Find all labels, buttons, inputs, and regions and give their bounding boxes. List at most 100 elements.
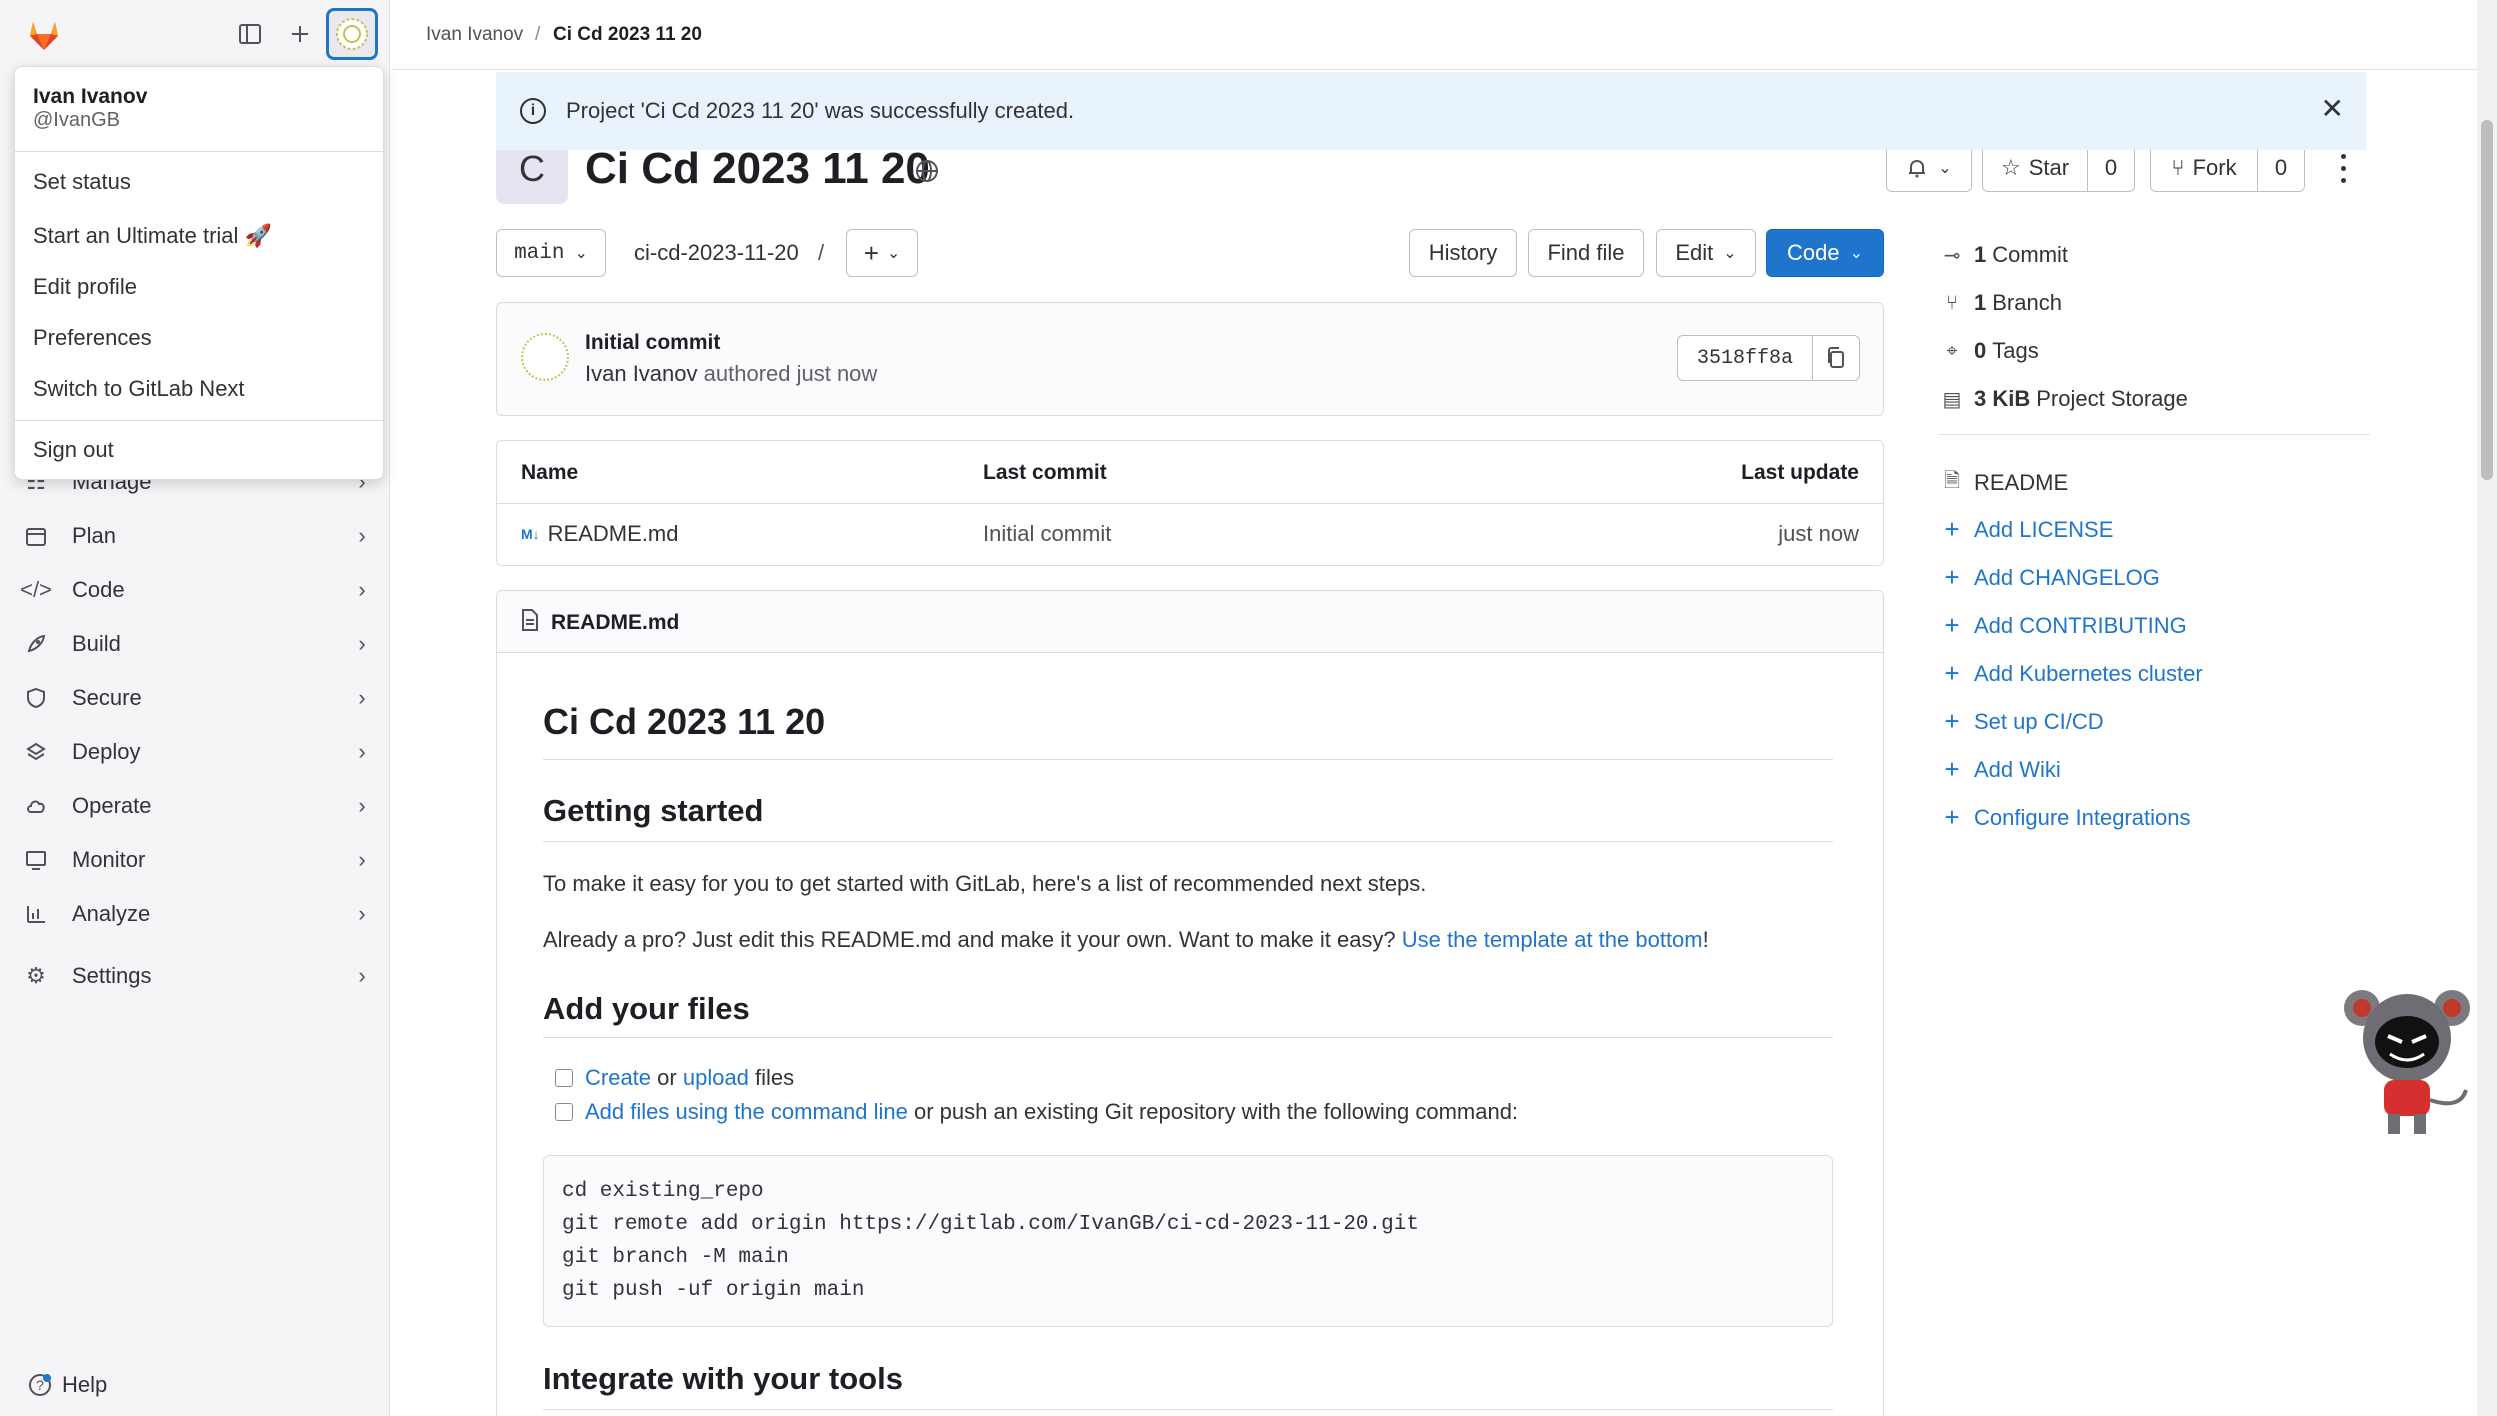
notification-button[interactable]: ⌄ [1886, 144, 1972, 192]
chevron-down-icon: ⌄ [1938, 160, 1952, 177]
readme-filename[interactable]: README.md [551, 611, 679, 635]
sidebar-item-plan[interactable]: Plan › [22, 514, 374, 558]
file-last-commit[interactable]: Initial commit [983, 521, 1111, 547]
path-separator: / [818, 240, 825, 265]
divider [1938, 434, 2370, 435]
link-label: Add LICENSE [1974, 516, 2114, 542]
storage-icon: ▤ [1942, 388, 1962, 411]
gear-icon: ⚙ [26, 963, 46, 988]
fork-button[interactable]: ⑂ Fork [2150, 144, 2258, 192]
sidebar-item-analyze[interactable]: Analyze › [22, 892, 374, 936]
stat-label: Commit [1992, 242, 2069, 267]
top-bar: Ivan Ivanov / Ci Cd 2023 11 20 [391, 0, 2477, 70]
task-item-create: Create or upload files [555, 1065, 794, 1091]
commit-sha[interactable]: 3518ff8a [1677, 335, 1813, 381]
chevron-down-icon: ⌄ [1849, 245, 1863, 262]
project-title: Ci Cd 2023 11 20 [585, 144, 930, 193]
add-license-link[interactable]: + Add LICENSE [1938, 514, 2113, 545]
sidebar-item-label: Monitor [72, 847, 146, 872]
help-link[interactable]: ? Help [28, 1372, 107, 1398]
preferences-item[interactable]: Preferences [33, 325, 152, 351]
history-button[interactable]: History [1409, 229, 1517, 277]
breadcrumb-user[interactable]: Ivan Ivanov [426, 24, 523, 46]
user-avatar-button[interactable] [326, 8, 378, 60]
readme-link-label: README [1974, 470, 2069, 495]
link-label: Add Wiki [1974, 756, 2061, 782]
add-changelog-link[interactable]: + Add CHANGELOG [1938, 562, 2160, 593]
sidebar-item-settings[interactable]: ⚙ Settings › [22, 954, 374, 998]
chevron-right-icon: › [358, 577, 366, 602]
create-new-plus-icon[interactable] [282, 16, 318, 52]
storage-stat[interactable]: ▤ 3 KiB Project Storage [1938, 386, 2188, 412]
user-dropdown-menu: Ivan Ivanov @IvanGB Set status Start an … [14, 66, 384, 480]
branches-stat[interactable]: ⑂ 1 Branch [1938, 290, 2062, 316]
alert-message: Project 'Ci Cd 2023 11 20' was successfu… [566, 98, 1075, 123]
commit-author[interactable]: Ivan Ivanov [585, 361, 698, 386]
set-status-item[interactable]: Set status [33, 169, 131, 195]
add-to-tree-button[interactable]: + ⌄ [846, 229, 918, 277]
readme-h1: Ci Cd 2023 11 20 [543, 701, 826, 742]
sidebar-item-monitor[interactable]: Monitor › [22, 838, 374, 882]
sign-out-item[interactable]: Sign out [33, 437, 114, 463]
repo-path[interactable]: ci-cd-2023-11-20 [634, 240, 799, 266]
edit-dropdown-button[interactable]: Edit ⌄ [1656, 229, 1756, 277]
heading-add-files: Add your files [543, 991, 750, 1026]
task-checkbox[interactable] [555, 1103, 573, 1121]
deploy-icon [22, 738, 50, 766]
add-kubernetes-link[interactable]: + Add Kubernetes cluster [1938, 658, 2202, 689]
chevron-right-icon: › [358, 739, 366, 764]
scrollbar-thumb[interactable] [2481, 120, 2493, 480]
sidebar-item-code[interactable]: </> Code › [20, 568, 374, 612]
breadcrumb-project[interactable]: Ci Cd 2023 11 20 [553, 24, 702, 46]
stat-count: 3 KiB [1974, 386, 2031, 411]
link-label: Add CHANGELOG [1974, 564, 2160, 590]
chevron-down-icon: ⌄ [886, 245, 901, 262]
sidebar-item-build[interactable]: Build › [22, 622, 374, 666]
commits-stat[interactable]: ⊸ 1 Commit [1938, 242, 2068, 268]
readme-paragraph-1: To make it easy for you to get started w… [543, 871, 1427, 896]
plus-icon: + [1944, 562, 1960, 592]
tags-stat[interactable]: ⌖ 0 Tags [1938, 338, 2038, 364]
branch-selector[interactable]: main ⌄ [496, 229, 606, 277]
readme-link[interactable]: 🗎 README [1938, 466, 2068, 500]
mascot-character-icon[interactable] [2340, 980, 2474, 1142]
last-commit-box: Initial commit Ivan Ivanov authored just… [496, 302, 1884, 416]
add-contributing-link[interactable]: + Add CONTRIBUTING [1938, 610, 2186, 641]
close-icon[interactable]: ✕ [2321, 92, 2344, 125]
add-wiki-link[interactable]: + Add Wiki [1938, 754, 2061, 785]
copy-sha-icon[interactable] [1812, 335, 1860, 381]
switch-gitlab-next-item[interactable]: Switch to GitLab Next [33, 376, 245, 402]
setup-cicd-link[interactable]: + Set up CI/CD [1938, 706, 2103, 737]
upload-link[interactable]: upload [683, 1065, 749, 1090]
sidebar-item-secure[interactable]: Secure › [22, 676, 374, 720]
commit-author-avatar[interactable] [521, 333, 569, 381]
sidebar-item-label: Operate [72, 793, 152, 818]
plus-icon: + [1944, 658, 1960, 688]
code-dropdown-button[interactable]: Code ⌄ [1766, 229, 1884, 277]
edit-profile-item[interactable]: Edit profile [33, 274, 137, 300]
sidebar-item-label: Deploy [72, 739, 141, 764]
star-button[interactable]: ☆ Star [1982, 144, 2088, 192]
star-count[interactable]: 0 [2087, 144, 2135, 192]
collapse-sidebar-icon[interactable] [232, 16, 268, 52]
user-name[interactable]: Ivan Ivanov [33, 85, 147, 109]
more-actions-icon[interactable] [2330, 150, 2356, 186]
commit-title[interactable]: Initial commit [585, 331, 720, 355]
fork-count[interactable]: 0 [2257, 144, 2305, 192]
sidebar-item-operate[interactable]: Operate › [22, 784, 374, 828]
sidebar-item-deploy[interactable]: Deploy › [22, 730, 374, 774]
find-file-button[interactable]: Find file [1528, 229, 1644, 277]
sidebar-item-label: Analyze [72, 901, 151, 926]
template-link[interactable]: Use the template at the bottom [1402, 927, 1703, 952]
create-link[interactable]: Create [585, 1065, 651, 1090]
star-label: Star [2028, 155, 2070, 180]
sidebar-item-label: Plan [72, 523, 117, 548]
table-row[interactable]: M↓ README.md [521, 521, 678, 547]
configure-integrations-link[interactable]: + Configure Integrations [1938, 802, 2190, 833]
task-checkbox[interactable] [555, 1069, 573, 1087]
ultimate-trial-item[interactable]: Start an Ultimate trial 🚀 [33, 223, 272, 249]
file-name[interactable]: README.md [548, 521, 679, 547]
code-line: cd existing_repo [562, 1180, 764, 1203]
command-line-link[interactable]: Add files using the command line [585, 1099, 908, 1124]
gitlab-logo-icon[interactable] [24, 14, 64, 54]
